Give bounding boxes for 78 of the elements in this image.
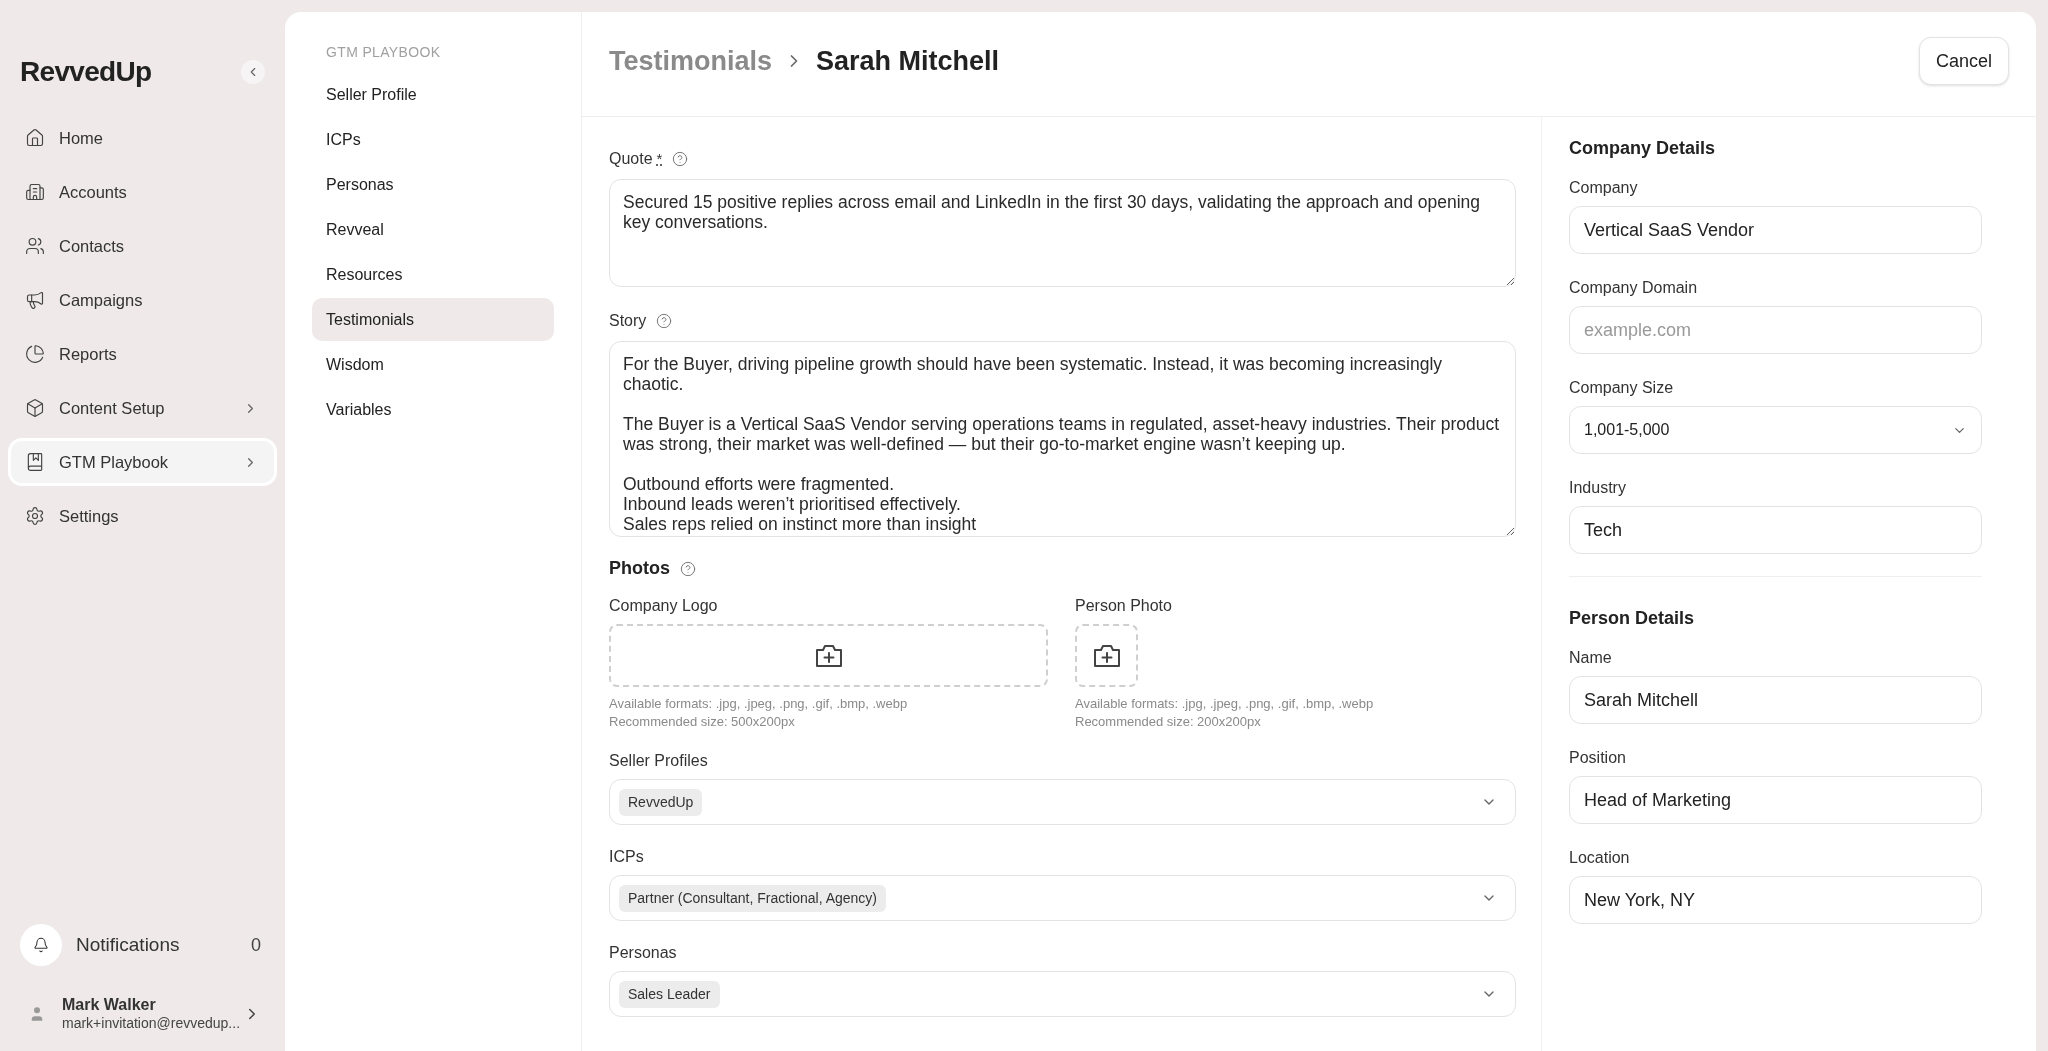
story-field[interactable]: For the Buyer, driving pipeline growth should have been systematic. Instead, it was becoming increasingly chaotic. The Buyer is a Vertical SaaS Vendor serving operations teams in regulated, asset-heavy industries. Their product was strong, their market was well-defined — but their go-to-market engine wasn’t keeping up. Outbound efforts were fragmented. Inbound leads weren’t prioritised effectively. Sales reps relied on instinct more than insight xyxy=(609,341,1516,537)
subnav-item[interactable]: Personas xyxy=(312,163,554,206)
formats-hint: Available formats: .jpg, .jpeg, .png, .gif, .bmp, .webp xyxy=(1075,695,1375,713)
subnav-item[interactable]: Resources xyxy=(312,253,554,296)
nav-icon xyxy=(25,182,45,202)
quote-field[interactable]: Secured 15 positive replies across email and LinkedIn in the first 30 days, validating the approach and opening key conversations. xyxy=(609,179,1516,287)
nav-icon xyxy=(25,398,45,418)
nav-icon xyxy=(25,236,45,256)
user-email: mark+invitation@revvedup... xyxy=(62,1015,241,1033)
nav-item[interactable]: Content Setup xyxy=(8,384,277,432)
subnav-heading: GTM PLAYBOOK xyxy=(325,43,442,62)
subnav-item[interactable]: Variables xyxy=(312,388,554,431)
selected-chip: Partner (Consultant, Fractional, Agency) xyxy=(619,884,886,912)
subnav-item[interactable]: Wisdom xyxy=(312,343,554,386)
nav-item[interactable]: GTM Playbook xyxy=(8,438,277,486)
field-label: Company xyxy=(1569,178,1639,198)
text-field[interactable]: Vertical SaaS Vendor xyxy=(1569,206,1982,254)
selected-chip: Sales Leader xyxy=(619,980,720,1008)
field-label: Company Size xyxy=(1569,378,1675,398)
multi-select[interactable]: Partner (Consultant, Fractional, Agency) xyxy=(609,875,1516,921)
size-select[interactable]: 1,001-5,000 xyxy=(1569,406,1982,454)
notifications-item[interactable]: Notifications 0 xyxy=(8,923,277,967)
field-label: Position xyxy=(1569,748,1627,768)
field-label: Industry xyxy=(1569,478,1627,498)
help-icon[interactable] xyxy=(672,151,689,167)
field-label: Company Logo xyxy=(609,596,719,616)
field-label: Seller Profiles xyxy=(609,751,709,771)
subnav-item[interactable]: Testimonials xyxy=(312,298,554,341)
multi-select[interactable]: Sales Leader xyxy=(609,971,1516,1017)
app-logo: RevvedUp xyxy=(20,55,152,89)
upload-dropzone[interactable] xyxy=(1075,624,1138,687)
text-field[interactable]: Sarah Mitchell xyxy=(1569,676,1982,724)
field-label: Story xyxy=(609,311,647,331)
nav-icon xyxy=(25,128,45,148)
field-label: ICPs xyxy=(609,847,645,867)
nav-item[interactable]: Campaigns xyxy=(8,276,277,324)
nav-item[interactable]: Settings xyxy=(8,492,277,540)
field-label: Quote xyxy=(609,149,653,169)
text-field[interactable]: example.com xyxy=(1569,306,1982,354)
nav-icon xyxy=(25,506,45,526)
size-hint: Recommended size: 200x200px xyxy=(1075,713,1262,731)
selected-chip: RevvedUp xyxy=(619,788,703,816)
camera-plus-icon xyxy=(1091,642,1122,669)
help-icon[interactable] xyxy=(680,560,696,577)
nav-icon xyxy=(25,344,45,364)
section-heading: Person Details xyxy=(1569,607,1696,630)
user-name: Mark Walker xyxy=(62,995,157,1016)
nav-item[interactable]: Home xyxy=(8,114,277,162)
text-field[interactable]: New York, NY xyxy=(1569,876,1982,924)
multi-select[interactable]: RevvedUp xyxy=(609,779,1516,825)
field-label: Person Photo xyxy=(1075,596,1173,616)
page-title: Sarah Mitchell xyxy=(816,44,1001,78)
cancel-button[interactable]: Cancel xyxy=(1918,37,2009,85)
section-heading: Photos xyxy=(609,557,670,580)
nav-item[interactable]: Reports xyxy=(8,330,277,378)
field-label: Company Domain xyxy=(1569,278,1699,298)
field-label: Name xyxy=(1569,648,1613,668)
nav-item[interactable]: Contacts xyxy=(8,222,277,270)
text-field[interactable]: Tech xyxy=(1569,506,1982,554)
collapse-button[interactable] xyxy=(241,60,265,84)
nav-item[interactable]: Accounts xyxy=(8,168,277,216)
nav-icon xyxy=(25,290,45,310)
nav-icon xyxy=(25,452,45,472)
help-icon[interactable] xyxy=(656,313,673,329)
required-mark: * xyxy=(656,148,663,169)
bell-icon xyxy=(33,937,49,953)
notification-count: 0 xyxy=(251,933,261,957)
user-menu[interactable]: Mark Walker mark+invitation@revvedup... xyxy=(8,989,277,1039)
subnav-item[interactable]: Revveal xyxy=(312,208,554,251)
formats-hint: Available formats: .jpg, .jpeg, .png, .gif, .bmp, .webp xyxy=(609,695,909,713)
section-heading: Company Details xyxy=(1569,137,1717,160)
subnav-item[interactable]: ICPs xyxy=(312,118,554,161)
field-label: Personas xyxy=(609,943,678,963)
field-label: Location xyxy=(1569,848,1631,868)
camera-plus-icon xyxy=(813,642,844,669)
size-hint: Recommended size: 500x200px xyxy=(609,713,796,731)
subnav-item[interactable]: Seller Profile xyxy=(312,73,554,116)
text-field[interactable]: Head of Marketing xyxy=(1569,776,1982,824)
